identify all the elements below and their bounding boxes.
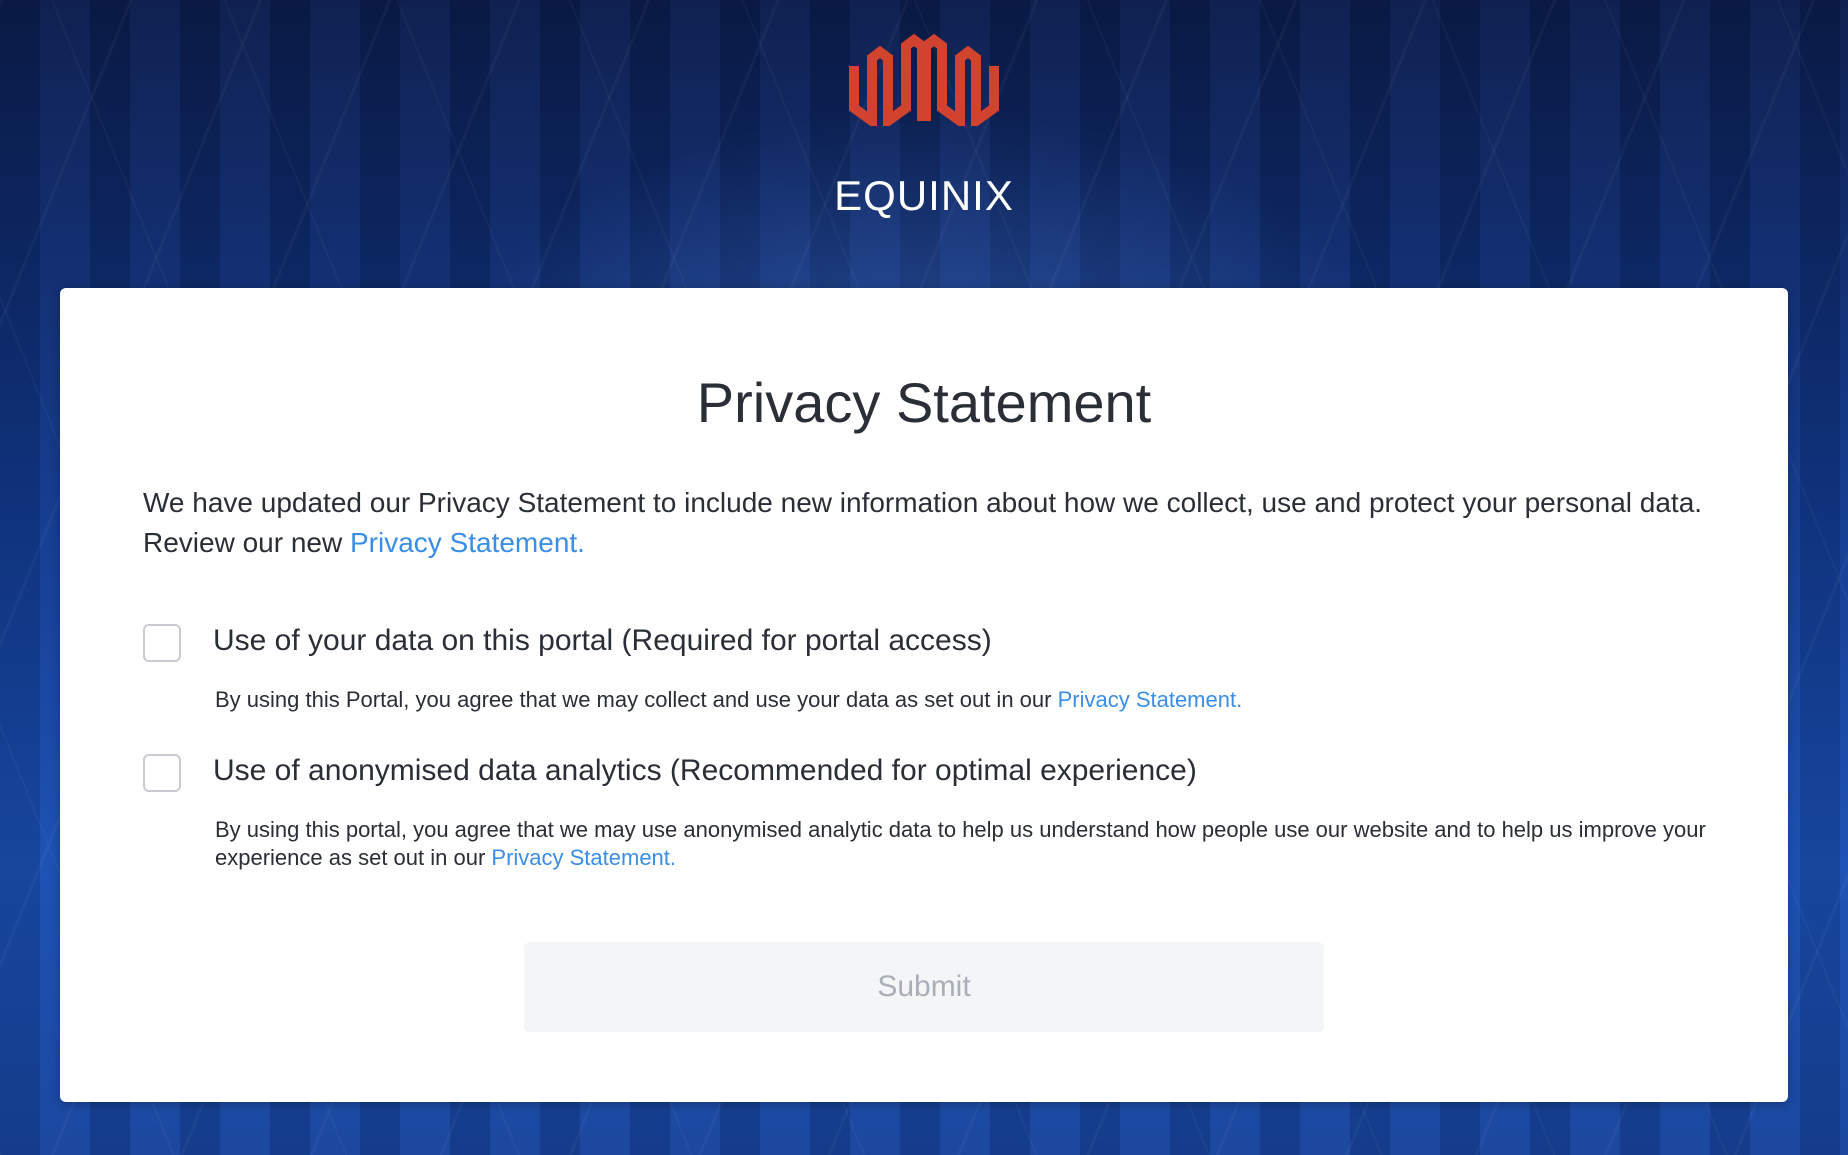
- page-title: Privacy Statement: [696, 371, 1152, 434]
- brand-header: EQUINIX: [0, 0, 1848, 288]
- privacy-statement-link[interactable]: Privacy Statement.: [350, 527, 585, 558]
- submit-button[interactable]: Submit: [524, 942, 1324, 1032]
- equinix-logo-icon: [849, 33, 999, 126]
- analytics-description-text: By using this portal, you agree that we …: [215, 817, 1706, 870]
- portal-data-description-text: By using this Portal, you agree that we …: [215, 687, 1058, 712]
- portal-data-privacy-link[interactable]: Privacy Statement.: [1058, 687, 1243, 712]
- analytics-privacy-link[interactable]: Privacy Statement.: [491, 845, 676, 870]
- analytics-checkbox[interactable]: [143, 754, 181, 792]
- portal-data-label[interactable]: Use of your data on this portal (Require…: [213, 624, 992, 658]
- portal-data-description: By using this Portal, you agree that we …: [215, 686, 1715, 714]
- brand-name: EQUINIX: [834, 172, 1014, 219]
- portal-data-checkbox[interactable]: [143, 624, 181, 662]
- analytics-label[interactable]: Use of anonymised data analytics (Recomm…: [213, 754, 1197, 788]
- intro-paragraph: We have updated our Privacy Statement to…: [143, 483, 1713, 563]
- analytics-description: By using this portal, you agree that we …: [215, 816, 1715, 872]
